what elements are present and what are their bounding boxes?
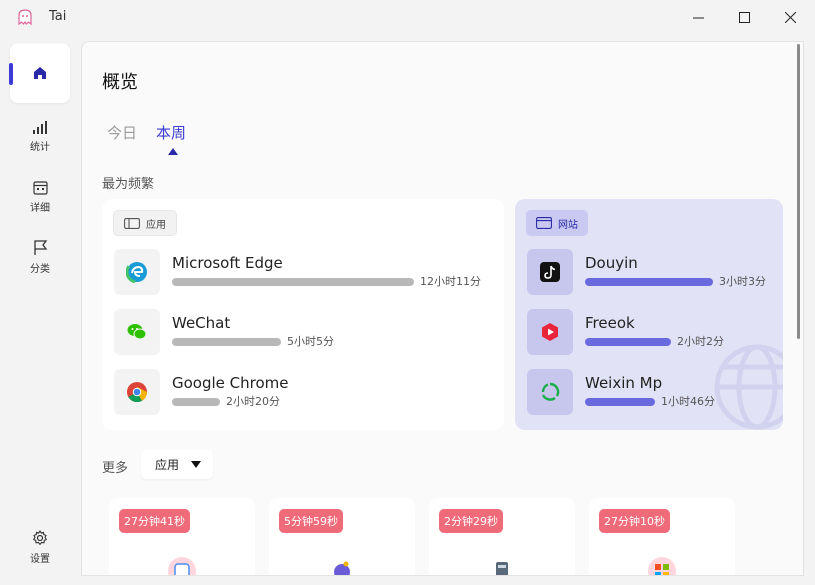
- site-usage-bar: [585, 398, 655, 406]
- site-usage-time: 2小时2分: [677, 335, 724, 348]
- maximize-button[interactable]: [721, 0, 767, 34]
- page-title: 概览: [102, 72, 138, 93]
- app-row-icon: [114, 249, 160, 295]
- flag-icon: [33, 240, 47, 255]
- site-usage-time: 1小时46分: [661, 395, 715, 408]
- frequent-sites-card: 网站 Douyin 3小时3分 Freeok 2小时2分 Weixin Mp 1…: [515, 199, 783, 430]
- site-row-icon: [527, 369, 573, 415]
- more-category-dropdown[interactable]: 应用: [141, 450, 213, 479]
- minimize-button[interactable]: [675, 0, 721, 34]
- nav-item-settings[interactable]: 设置: [10, 530, 70, 565]
- site-usage-time: 3小时3分: [719, 275, 766, 288]
- site-usage-bar: [585, 338, 671, 346]
- app-usage-time: 5小时5分: [287, 335, 334, 348]
- tile-duration-badge: 27分钟41秒: [119, 509, 190, 533]
- app-usage-bar: [172, 338, 281, 346]
- app-tile-icon: [168, 557, 196, 575]
- nav-label-details: 详细: [30, 203, 50, 214]
- caret-down-icon: [191, 461, 202, 468]
- nav-label-settings: 设置: [30, 554, 50, 565]
- app-tile-icon: [648, 557, 676, 575]
- apps-chip-label: 应用: [146, 219, 166, 231]
- site-row[interactable]: Weixin Mp 1小时46分: [527, 369, 777, 415]
- nav-item-statistics[interactable]: 统计: [10, 120, 70, 153]
- app-tile-icon: [334, 561, 350, 575]
- app-usage-time: 2小时20分: [226, 395, 280, 408]
- tile-duration-badge: 2分钟29秒: [439, 509, 503, 533]
- home-icon: [34, 67, 46, 79]
- calendar-icon: [32, 181, 48, 195]
- douyin-icon: [540, 262, 560, 282]
- app-row-icon: [114, 309, 160, 355]
- nav-label-categories: 分类: [30, 264, 50, 275]
- nav-label-statistics: 统计: [30, 142, 50, 153]
- site-usage-bar: [585, 278, 713, 286]
- nav-item-details[interactable]: 详细: [10, 180, 70, 214]
- app-name: Google Chrome: [172, 374, 289, 392]
- app-row[interactable]: Microsoft Edge 12小时11分: [114, 249, 494, 295]
- vertical-scrollbar[interactable]: [797, 44, 800, 339]
- weixin-mp-icon: [541, 382, 560, 401]
- app-tile[interactable]: 27分钟41秒: [109, 498, 255, 575]
- app-usage-bar: [172, 278, 414, 286]
- browser-window-icon: [536, 217, 552, 229]
- nav-item-categories[interactable]: 分类: [10, 240, 70, 275]
- edge-icon: [126, 261, 148, 283]
- tile-duration-badge: 27分钟10秒: [599, 509, 670, 533]
- active-tab-indicator: [168, 148, 178, 155]
- app-row-icon: [114, 369, 160, 415]
- frequent-apps-card: 应用 Microsoft Edge 12小时11分 WeChat 5小时5分 G…: [102, 199, 504, 430]
- app-tile[interactable]: 27分钟10秒: [589, 498, 735, 575]
- close-icon: [784, 11, 796, 23]
- apps-chip: 应用: [113, 210, 177, 236]
- app-usage-time: 12小时11分: [420, 275, 481, 288]
- close-button[interactable]: [767, 0, 813, 34]
- app-window-icon: [124, 217, 140, 229]
- app-tile-icon: [496, 562, 508, 575]
- sidebar: 统计 详细 分类 设置: [0, 34, 80, 585]
- app-row[interactable]: Google Chrome 2小时20分: [114, 369, 494, 415]
- minimize-icon: [692, 17, 704, 18]
- frequent-section-label: 最为频繁: [102, 177, 155, 192]
- app-usage-bar: [172, 398, 220, 406]
- app-row[interactable]: WeChat 5小时5分: [114, 309, 494, 355]
- site-row[interactable]: Freeok 2小时2分: [527, 309, 777, 355]
- site-name: Freeok: [585, 314, 635, 332]
- app-name: Microsoft Edge: [172, 254, 283, 272]
- tile-duration-badge: 5分钟59秒: [279, 509, 343, 533]
- sites-chip: 网站: [526, 210, 588, 236]
- freeok-icon: [542, 323, 558, 341]
- site-row-icon: [527, 249, 573, 295]
- title-bar: Tai: [0, 0, 815, 34]
- dropdown-selected-value: 应用: [155, 458, 180, 472]
- site-row-icon: [527, 309, 573, 355]
- bar-chart-icon: [33, 121, 47, 134]
- app-name: WeChat: [172, 314, 231, 332]
- wechat-icon: [127, 324, 147, 340]
- site-name: Douyin: [585, 254, 638, 272]
- app-tile[interactable]: 2分钟29秒: [429, 498, 575, 575]
- maximize-icon: [738, 11, 750, 23]
- sites-chip-label: 网站: [558, 219, 578, 231]
- tab-week[interactable]: 本周: [156, 122, 186, 143]
- more-section-label: 更多: [102, 461, 129, 476]
- app-logo-icon: [18, 9, 32, 26]
- site-row[interactable]: Douyin 3小时3分: [527, 249, 777, 295]
- active-indicator: [9, 63, 13, 85]
- site-name: Weixin Mp: [585, 374, 663, 392]
- app-tile[interactable]: 5分钟59秒: [269, 498, 415, 575]
- gear-icon: [32, 530, 48, 546]
- main-content: 概览 今日 本周 最为频繁 应用 Microsoft Edge 12小时11分: [81, 41, 804, 576]
- nav-item-overview[interactable]: [9, 43, 70, 103]
- window-title: Tai: [49, 9, 67, 24]
- chrome-icon: [127, 382, 148, 403]
- tab-today[interactable]: 今日: [107, 122, 137, 143]
